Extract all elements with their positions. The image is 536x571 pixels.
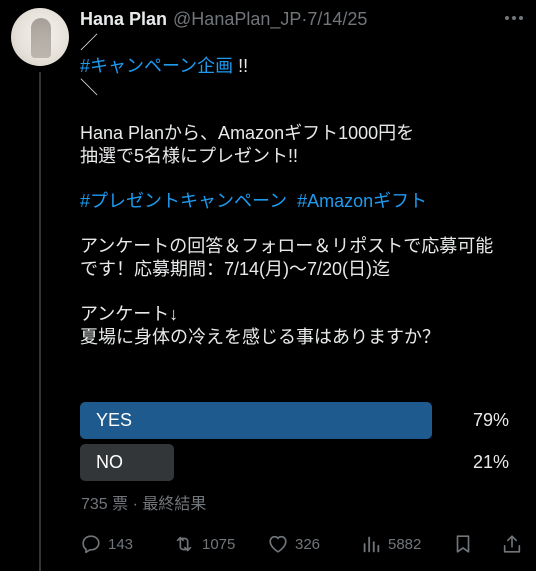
- thread-line: [39, 72, 41, 571]
- bookmark-icon: [456, 535, 470, 553]
- like-button[interactable]: 326: [267, 530, 320, 558]
- like-count: 326: [295, 535, 321, 553]
- text-line-3: ＼: [80, 78, 98, 99]
- more-icon: [505, 16, 523, 20]
- share-icon: [503, 535, 521, 553]
- poll-footer-separator: ·: [132, 496, 138, 513]
- more-button[interactable]: [500, 6, 528, 30]
- text-line-1: ／: [80, 33, 98, 53]
- reply-icon: [82, 535, 100, 554]
- bookmark-button[interactable]: [452, 530, 474, 558]
- views-button[interactable]: 5882: [360, 530, 421, 558]
- poll-label-no: NO: [96, 452, 123, 472]
- text-line-2-suffix: !!: [233, 55, 249, 76]
- hashtag-amazon-gift[interactable]: #Amazonギフト: [297, 191, 427, 211]
- text-line-2: #キャンペーン企画 !!: [80, 55, 520, 78]
- share-button[interactable]: [501, 530, 523, 558]
- author-handle[interactable]: @HanaPlan_JP: [173, 9, 301, 30]
- poll-option-yes[interactable]: YES 79%: [80, 402, 512, 439]
- repost-icon: [176, 536, 192, 552]
- views-icon: [363, 536, 380, 553]
- views-count: 5882: [388, 535, 422, 553]
- poll-option-no[interactable]: NO 21%: [80, 444, 512, 481]
- author-name[interactable]: Hana Plan: [80, 9, 167, 30]
- post-date[interactable]: 7/14/25: [307, 9, 367, 30]
- action-bar: 143 1075 326 5882: [80, 530, 524, 558]
- poll-votes: 735 票: [81, 496, 129, 513]
- text-line-5: Hana Planから、Amazonギフト1000円を: [80, 123, 415, 144]
- text-line-10: アンケートの回答＆フォロー＆リポストで応募可能: [80, 236, 494, 257]
- poll-percent-no: 21%: [472, 452, 509, 472]
- hashtag-gap: [287, 191, 297, 211]
- poll-percent-yes: 79%: [472, 410, 509, 430]
- poll-label-yes: YES: [96, 410, 133, 430]
- post-text: ／ #キャンペーン企画 !! ＼ Hana Planから、Amazonギフト10…: [80, 32, 520, 348]
- text-line-13: アンケート↓: [80, 304, 179, 325]
- like-icon: [269, 535, 287, 553]
- poll-bar-yes: [80, 402, 432, 439]
- post-header: Hana Plan @HanaPlan_JP · 7/14/25: [80, 7, 367, 31]
- text-line-6: 抽選で5名様にプレゼント!!: [80, 145, 299, 166]
- repost-count: 1075: [202, 535, 236, 553]
- poll-status: 最終結果: [142, 496, 207, 513]
- text-line-14: 夏場に身体の冷えを感じる事はありますか？: [80, 326, 440, 347]
- text-line-11: です！応募期間：7/14(月)〜7/20(日)迄: [80, 258, 391, 279]
- text-line-hashtags: #プレゼントキャンペーン #Amazonギフト: [80, 190, 520, 213]
- avatar-figure: [31, 18, 51, 58]
- avatar[interactable]: [11, 8, 69, 66]
- hashtag-present-campaign[interactable]: #プレゼントキャンペーン: [80, 191, 287, 211]
- poll-bar-no: [80, 444, 174, 481]
- poll-footer: 735 票 · 最終結果: [81, 490, 206, 514]
- hashtag-campaign[interactable]: #キャンペーン企画: [80, 56, 233, 76]
- reply-button[interactable]: 143: [80, 530, 133, 558]
- reply-count: 143: [108, 535, 134, 553]
- repost-button[interactable]: 1075: [172, 530, 235, 558]
